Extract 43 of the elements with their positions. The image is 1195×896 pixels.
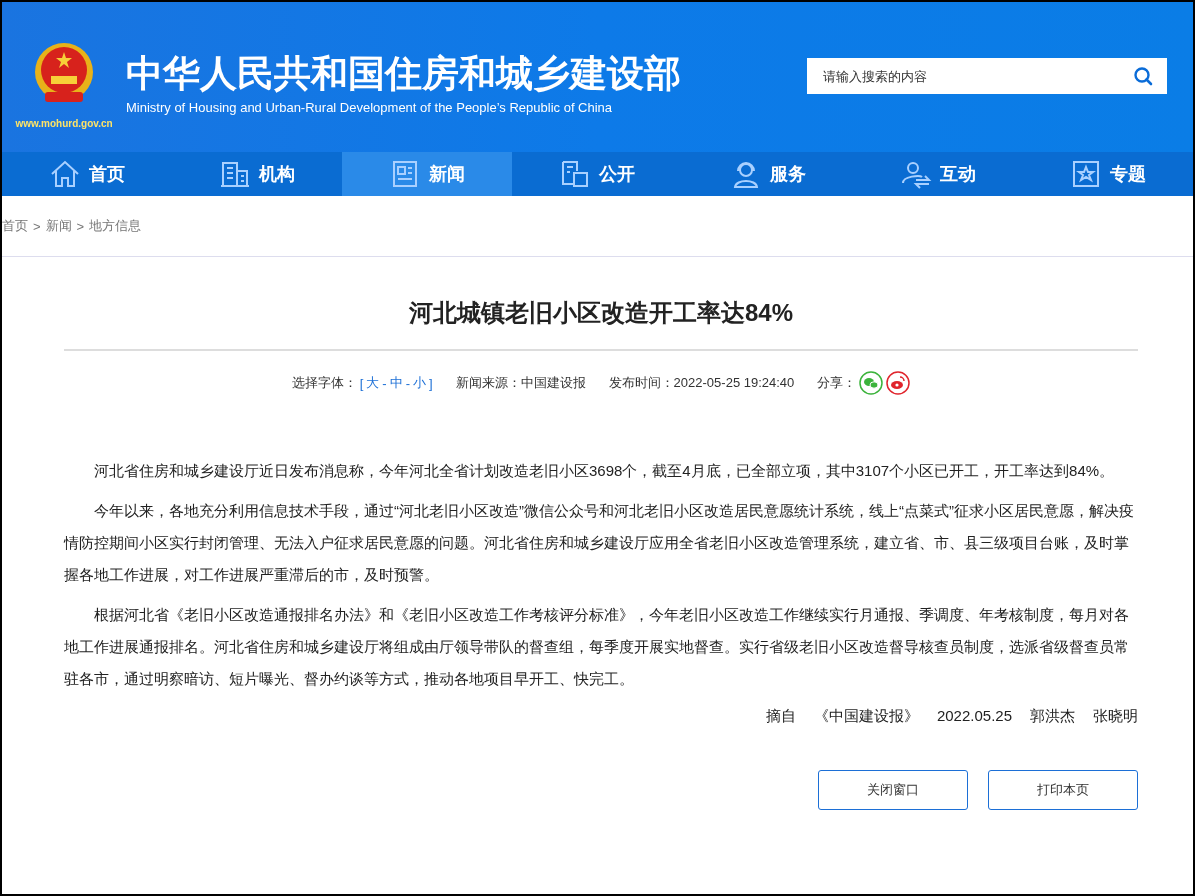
font-size-label: 选择字体：: [291, 374, 357, 392]
nav-tab[interactable]: 新闻: [342, 152, 513, 196]
font-size-link[interactable]: 小: [413, 374, 426, 392]
article-title: 河北城镇老旧小区改造开工率达84%: [64, 297, 1138, 351]
article-paragraph: 河北省住房和城乡建设厅近日发布消息称，今年河北全省计划改造老旧小区3698个，截至4月底，已全部立项，其中3107个小区已开工，开工率达到84%。: [93, 461, 1116, 481]
font-size-link[interactable]: 中: [389, 374, 403, 392]
byline-text: 郭洪杰: [1030, 707, 1075, 726]
building-icon: [219, 159, 252, 189]
byline-text: 《中国建设报》: [813, 707, 919, 726]
site-url: www.mohurd.gov.cn: [15, 118, 113, 129]
person-arrows-icon: [899, 159, 932, 189]
dash-text: -: [382, 375, 387, 391]
news-source: 新闻来源：中国建设报: [455, 374, 586, 392]
publish-time: 发布时间：2022-05-25 19:24:40: [608, 374, 795, 392]
eye-swirl-icon[interactable]: [886, 371, 911, 395]
nav-tab[interactable]: 服务: [682, 152, 853, 196]
nav-tab[interactable]: 首页: [2, 152, 173, 196]
nav-tab[interactable]: 公开: [512, 152, 683, 196]
site-subtitle: Ministry of Housing and Urban-Rural Development of the People’s Republic of China: [126, 100, 614, 115]
nav-tab[interactable]: 专题: [1022, 152, 1193, 196]
page-button[interactable]: 打印本页: [988, 770, 1138, 810]
font-size-link[interactable]: 大: [366, 374, 380, 392]
bracket-text: ]: [429, 375, 433, 391]
site-title: 中华人民共和国住房和城乡建设部: [126, 52, 681, 96]
search-icon[interactable]: [1133, 66, 1153, 86]
breadcrumb-link[interactable]: 首页: [2, 217, 28, 235]
article-paragraph: 今年以来，各地充分利用信息技术手段，通过“河北老旧小区改造”微信公众号和河北老旧小区改造居民意愿统计系统，线上“点菜式”征求小区居民意愿，解决疫情防控期间小区实行封闭管理、无法入户征求居民意愿的问题。河北省住房和城乡建设厅应用全省老旧小区改造管理系统，建立省、市、县三级项目台账，及时掌握各地工作进展，对工作进展严重滞后的市，及时预警。: [64, 501, 1135, 585]
breadcrumb-link[interactable]: 新闻: [45, 217, 72, 235]
article-paragraph: 根据河北省《老旧小区改造通报排名办法》和《老旧小区改造工作考核评分标准》，今年老旧小区改造工作继续实行月通报、季调度、年考核制度，每月对各地工作进展通报排名。河北省住房和城乡建设厅将组成由厅领导带队的督查组，每季度开展实地督查。实行省级老旧小区改造督导核查员制度，选派省级督查员常驻各市，通过明察暗访、短片曝光、督办约谈等方式，推动各地项目早开工、快完工。: [64, 605, 1130, 689]
bracket-text: [: [359, 375, 364, 391]
nav-tab[interactable]: 互动: [852, 152, 1023, 196]
page-button[interactable]: 关闭窗口: [818, 770, 968, 810]
nav-tab[interactable]: 机构: [172, 152, 343, 196]
breadcrumb-link[interactable]: 地方信息: [89, 217, 142, 235]
share-label: 分享：: [817, 374, 857, 392]
breadcrumb-separator: >: [33, 218, 41, 234]
dash-text: -: [405, 375, 410, 391]
search-field[interactable]: 请输入搜索的内容: [807, 58, 1167, 94]
byline-text: 2022.05.25: [936, 707, 1012, 726]
byline-text: 摘自: [765, 707, 796, 726]
chat-bubbles-icon[interactable]: [859, 371, 884, 395]
breadcrumb-separator: >: [76, 218, 85, 234]
byline-text: 张晓明: [1093, 707, 1138, 726]
